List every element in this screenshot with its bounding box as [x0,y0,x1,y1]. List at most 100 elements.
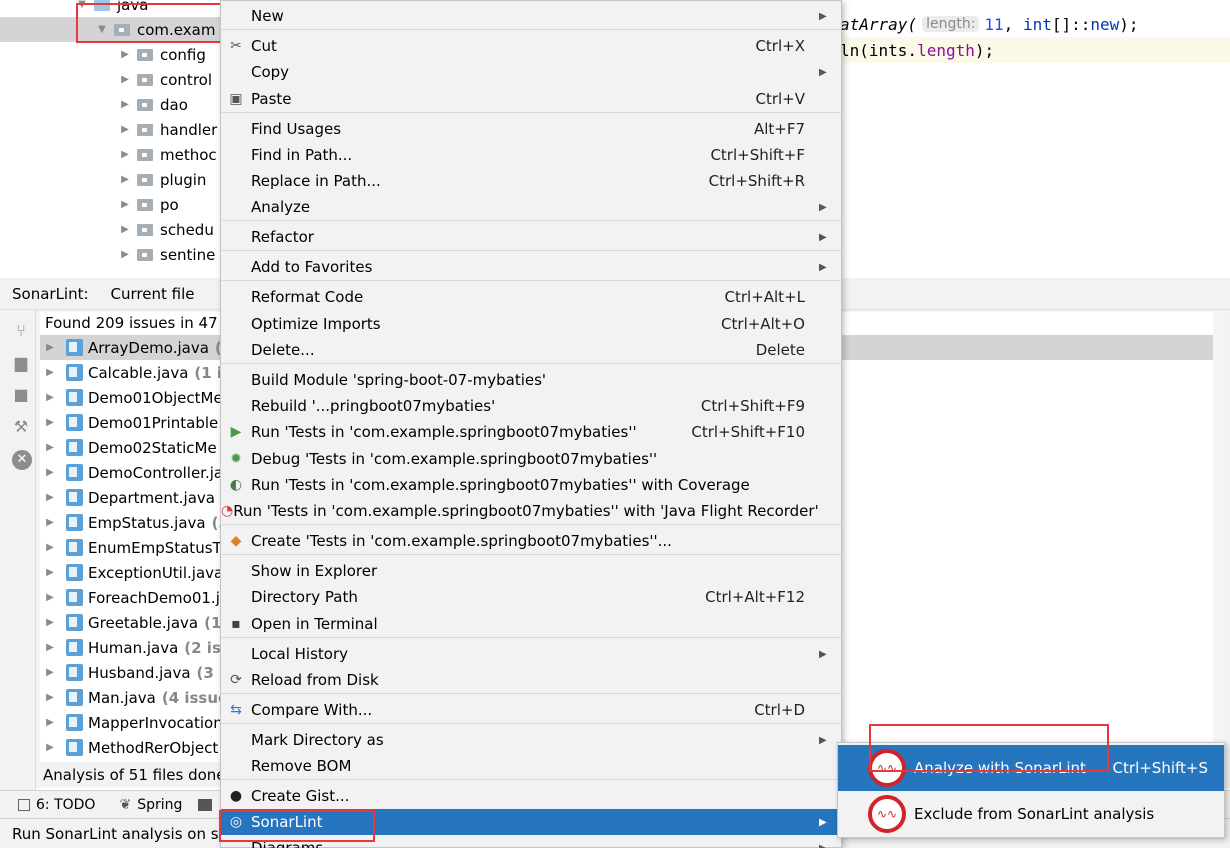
menu-item-open-in-terminal[interactable]: ▪ Open in Terminal [221,611,841,637]
issue-file-name: EmpStatus.java [88,513,206,532]
menu-separator [221,524,841,525]
collapsed-arrow-icon[interactable]: ▶ [40,642,60,653]
menu-item-reload-from-disk[interactable]: ⟳ Reload from Disk [221,667,841,693]
issue-file-name: ArrayDemo.java [88,338,209,357]
menu-item-add-to-favorites[interactable]: Add to Favorites ▶ [221,254,841,280]
flight-recorder-icon: ◔ [221,503,234,519]
menu-item-refactor[interactable]: Refactor ▶ [221,224,841,250]
menu-item-create-gist[interactable]: ● Create Gist... [221,783,841,809]
java-file-icon [66,464,83,481]
menu-item-run-tests-in-com-example-springboot07myb[interactable]: ◐ Run 'Tests in 'com.example.springboot07… [221,472,841,498]
collapsed-arrow-icon[interactable]: ▶ [40,492,60,503]
submenu-arrow-icon: ▶ [819,842,827,848]
tree-label: control [160,70,212,89]
issue-file-name: Demo02StaticMe [88,438,217,457]
collapsed-arrow-icon[interactable]: ▶ [40,717,60,728]
menu-item-replace-in-path[interactable]: Replace in Path... Ctrl+Shift+R [221,168,841,194]
menu-item-create-tests-in-com-example-springboot07[interactable]: ◆ Create 'Tests in 'com.example.springboo… [221,528,841,554]
collapsed-arrow-icon[interactable]: ▶ [119,99,131,110]
tab-todo[interactable]: 6: TODO [36,797,95,813]
collapsed-arrow-icon[interactable]: ▶ [119,224,131,235]
menu-item-analyze[interactable]: Analyze ▶ [221,194,841,220]
found-issues-text: Found 209 issues in 47 fi [45,313,232,332]
menu-item-optimize-imports[interactable]: Optimize Imports Ctrl+Alt+O [221,311,841,337]
code-punct: ); [974,40,995,60]
exclude-label: Exclude from SonarLint analysis [914,805,1155,823]
code-line-2: ln(ints. length); [840,37,1230,63]
terminal-icon: ▪ [231,616,241,632]
menu-item-label: Analyze [251,198,311,216]
folder-scope-icon[interactable]: ▆ [12,354,30,372]
menu-item-directory-path[interactable]: Directory Path Ctrl+Alt+F12 [221,584,841,610]
code-line-1: atArray( length: 11 , int []:: new); [840,11,1139,37]
collapsed-arrow-icon[interactable]: ▶ [40,442,60,453]
menu-separator [221,637,841,638]
scrollbar[interactable] [1213,312,1224,788]
issue-file-name: Department.java [88,488,215,507]
menu-item-debug-tests-in-com-example-springboot07m[interactable]: ✹ Debug 'Tests in 'com.example.springboot… [221,446,841,472]
collapsed-arrow-icon[interactable]: ▶ [119,124,131,135]
submenu-arrow-icon: ▶ [819,816,827,828]
clear-icon[interactable]: ✕ [12,450,32,470]
compare-icon: ⇆ [230,702,242,718]
collapsed-arrow-icon[interactable]: ▶ [40,742,60,753]
menu-item-label: Run 'Tests in 'com.example.springboot07m… [251,423,637,441]
collapsed-arrow-icon[interactable]: ▶ [40,542,60,553]
menu-item-label: Optimize Imports [251,315,381,333]
tab-current-file[interactable]: Current file [111,285,195,303]
group-by-icon[interactable]: ⑂ [12,322,30,340]
tab-spring[interactable]: Spring [137,797,182,813]
menu-item-run-tests-in-com-example-springboot07myb[interactable]: ▶ Run 'Tests in 'com.example.springboot07… [221,419,841,445]
collapsed-arrow-icon[interactable]: ▶ [40,617,60,628]
terminal-tab-icon[interactable] [198,798,213,811]
collapsed-arrow-icon[interactable]: ▶ [40,467,60,478]
collapsed-arrow-icon[interactable]: ▶ [40,567,60,578]
submenu-arrow-icon: ▶ [819,10,827,22]
collapsed-arrow-icon[interactable]: ▶ [40,367,60,378]
stop-icon[interactable]: ■ [12,386,30,404]
menu-item-find-in-path[interactable]: Find in Path... Ctrl+Shift+F [221,142,841,168]
issue-file-name: Human.java [88,638,179,657]
settings-tools-icon[interactable]: ⚒ [12,418,30,436]
issue-file-name: MapperInvocation [88,713,223,732]
issue-count: (1 [204,613,222,632]
issue-file-name: DemoController.ja [88,463,224,482]
package-folder-icon [137,248,153,261]
menu-item-new[interactable]: New ▶ [221,3,841,29]
menu-item-compare-with[interactable]: ⇆ Compare With... Ctrl+D [221,697,841,723]
menu-item-rebuild-pringboot07mybaties[interactable]: Rebuild '...pringboot07mybaties' Ctrl+Shi… [221,393,841,419]
menu-item-mark-directory-as[interactable]: Mark Directory as ▶ [221,727,841,753]
collapsed-arrow-icon[interactable]: ▶ [40,592,60,603]
collapsed-arrow-icon[interactable]: ▶ [40,392,60,403]
menu-item-copy[interactable]: Copy ▶ [221,59,841,85]
collapsed-arrow-icon[interactable]: ▶ [40,417,60,428]
menu-item-delete[interactable]: Delete... Delete [221,337,841,363]
menu-item-show-in-explorer[interactable]: Show in Explorer [221,558,841,584]
exclude-from-sonarlint-item[interactable]: ∿∿ Exclude from SonarLint analysis [838,791,1224,837]
collapsed-arrow-icon[interactable]: ▶ [119,174,131,185]
collapsed-arrow-icon[interactable]: ▶ [40,517,60,528]
menu-item-build-module-spring-boot-07-mybaties[interactable]: Build Module 'spring-boot-07-mybaties' [221,367,841,393]
menu-item-local-history[interactable]: Local History ▶ [221,641,841,667]
collapsed-arrow-icon[interactable]: ▶ [119,49,131,60]
code-keyword: int [1022,14,1052,34]
menu-item-run-tests-in-com-example-springboot07myb[interactable]: ◔ Run 'Tests in 'com.example.springboot07… [221,498,841,524]
collapsed-arrow-icon[interactable]: ▶ [119,74,131,85]
collapsed-arrow-icon[interactable]: ▶ [40,692,60,703]
java-file-icon [66,689,83,706]
menu-item-shortcut: Delete [755,341,805,359]
menu-item-remove-bom[interactable]: Remove BOM [221,753,841,779]
menu-item-paste[interactable]: ▣ Paste Ctrl+V [221,86,841,112]
collapsed-arrow-icon[interactable]: ▶ [40,667,60,678]
menu-item-cut[interactable]: ✂ Cut Ctrl+X [221,33,841,59]
menu-item-reformat-code[interactable]: Reformat Code Ctrl+Alt+L [221,284,841,310]
panel-side-toolbar: ⑂ ▆ ■ ⚒ ✕ [0,310,36,790]
debug-icon: ✹ [230,451,242,467]
collapsed-arrow-icon[interactable]: ▶ [119,149,131,160]
collapsed-arrow-icon[interactable]: ▶ [40,342,60,353]
code-editor[interactable]: atArray( length: 11 , int []:: new); ln(in… [840,0,1230,278]
issue-file-name: Greetable.java [88,613,199,632]
collapsed-arrow-icon[interactable]: ▶ [119,199,131,210]
collapsed-arrow-icon[interactable]: ▶ [119,249,131,260]
menu-item-find-usages[interactable]: Find Usages Alt+F7 [221,116,841,142]
